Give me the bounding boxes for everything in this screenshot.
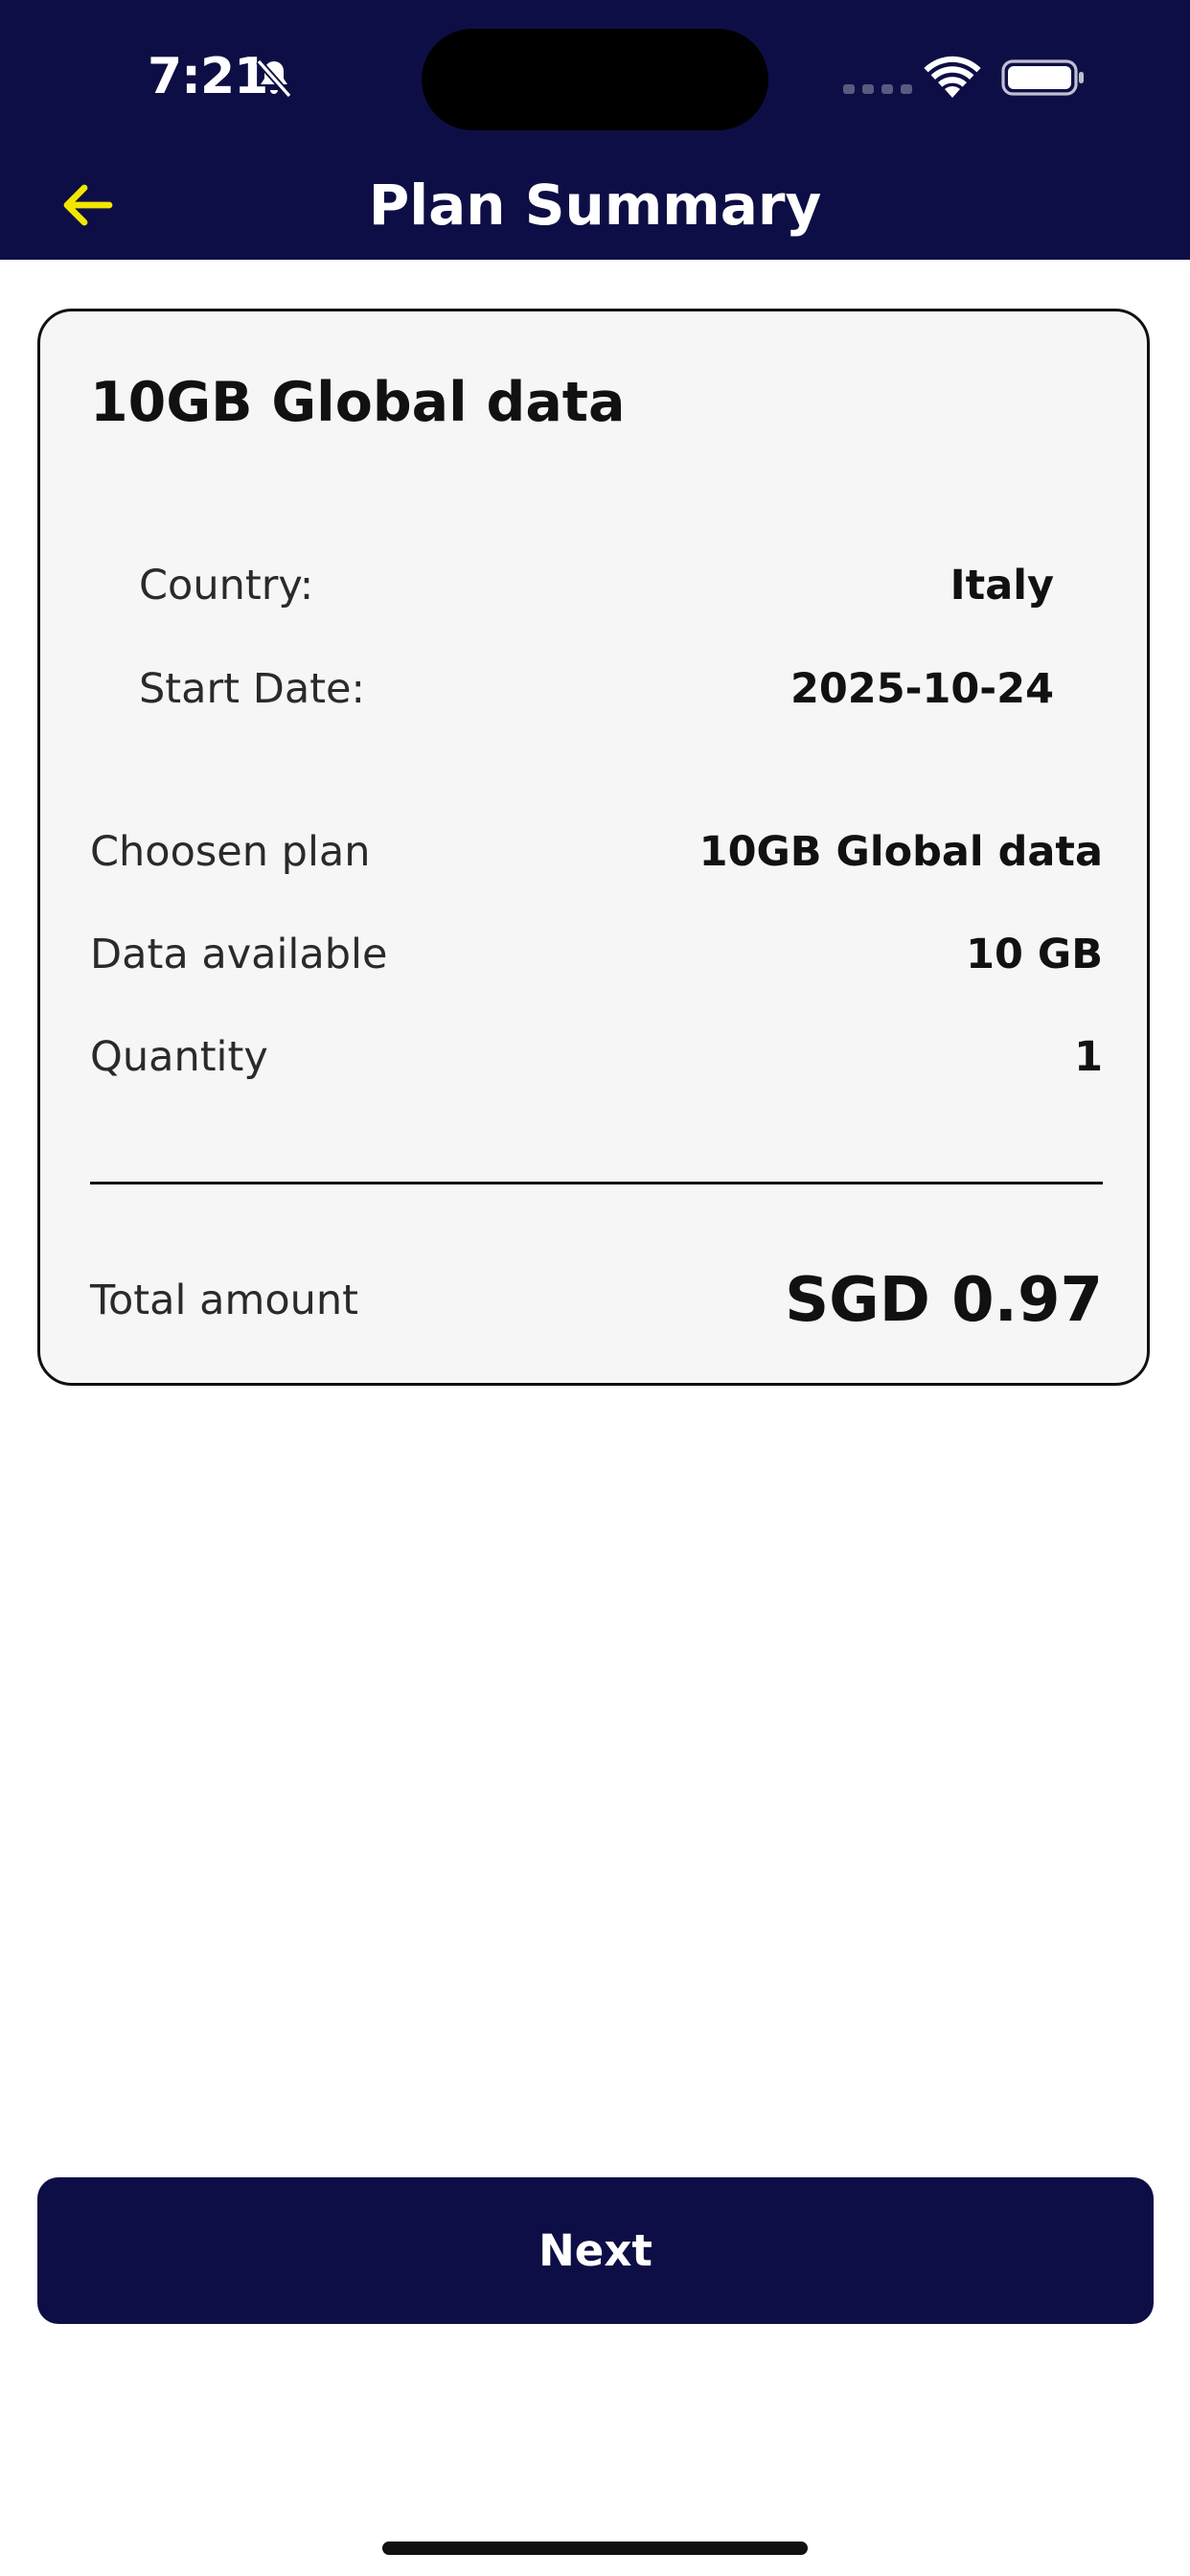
start-date-label: Start Date: xyxy=(139,665,365,713)
chosen-plan-row: Choosen plan 10GB Global data xyxy=(90,821,1103,883)
chosen-plan-value: 10GB Global data xyxy=(698,828,1103,876)
status-time: 7:21 xyxy=(148,48,268,105)
bell-off-icon xyxy=(256,58,292,99)
next-button[interactable]: Next xyxy=(37,2177,1154,2324)
home-indicator[interactable] xyxy=(382,2542,808,2555)
total-divider xyxy=(90,1182,1103,1184)
start-date-value: 2025-10-24 xyxy=(790,665,1054,713)
total-row: Total amount SGD 0.97 xyxy=(90,1260,1103,1341)
country-value: Italy xyxy=(950,562,1054,610)
wifi-icon xyxy=(924,56,981,98)
country-label: Country: xyxy=(139,562,314,610)
start-date-row: Start Date: 2025-10-24 xyxy=(139,658,1054,720)
dynamic-island xyxy=(422,29,768,130)
plan-summary-card: 10GB Global data Country: Italy Start Da… xyxy=(37,309,1150,1386)
cellular-signal-icon xyxy=(843,84,912,94)
country-row: Country: Italy xyxy=(139,555,1054,616)
battery-icon xyxy=(1001,59,1084,96)
data-available-row: Data available 10 GB xyxy=(90,924,1103,985)
data-available-label: Data available xyxy=(90,931,388,978)
chosen-plan-label: Choosen plan xyxy=(90,828,371,876)
total-value: SGD 0.97 xyxy=(785,1265,1103,1336)
quantity-value: 1 xyxy=(1074,1033,1103,1081)
app-header: 7:21 Plan Summary xyxy=(0,0,1190,260)
quantity-row: Quantity 1 xyxy=(90,1026,1103,1088)
quantity-label: Quantity xyxy=(90,1033,268,1081)
plan-title: 10GB Global data xyxy=(90,371,626,434)
total-label: Total amount xyxy=(90,1276,359,1324)
page-title: Plan Summary xyxy=(368,172,822,238)
data-available-value: 10 GB xyxy=(966,931,1103,978)
